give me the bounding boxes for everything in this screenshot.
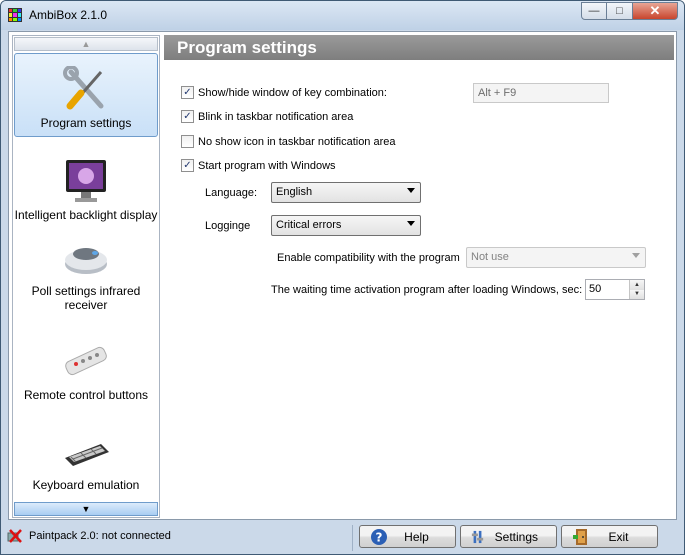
status-separator (352, 525, 353, 551)
show-hide-window-checkbox[interactable]: ✓ (181, 86, 194, 99)
checkbox-label: Blink in taskbar notification area (198, 110, 354, 123)
language-select[interactable]: English (271, 182, 421, 203)
disconnected-icon (7, 529, 22, 543)
show-hide-window-checkbox-row[interactable]: ✓ Show/hide window of key combination: (181, 86, 387, 99)
hotkey-field[interactable]: Alt + F9 (473, 83, 609, 103)
blink-taskbar-checkbox-row[interactable]: ✓ Blink in taskbar notification area (181, 110, 353, 123)
exit-door-icon (573, 528, 587, 545)
help-icon: ? (371, 528, 387, 545)
monitor-icon (66, 160, 106, 202)
page-title: Program settings (164, 35, 674, 60)
svg-text:?: ? (376, 530, 383, 544)
logging-select[interactable]: Critical errors (271, 215, 421, 236)
sidebar-scroll-down-button[interactable]: ▼ (14, 502, 158, 516)
sidebar-item-ir-receiver[interactable]: Poll settings infrared receiver (14, 234, 158, 318)
window-title: AmbiBox 2.1.0 (29, 8, 108, 22)
sidebar-scroll-up-button[interactable]: ▲ (14, 37, 158, 51)
logging-label: Logginge (205, 220, 251, 232)
sidebar-item-remote-control[interactable]: Remote control buttons (14, 324, 158, 408)
compatibility-select[interactable]: Not use (466, 247, 646, 268)
spinner-up-button[interactable]: ▲ (630, 280, 644, 290)
help-button-label: Help (404, 529, 429, 544)
app-grid-icon (8, 8, 22, 22)
language-select-value: English (276, 186, 313, 198)
compatibility-select-value: Not use (471, 251, 509, 263)
sidebar-item-program-settings[interactable]: Program settings (14, 53, 158, 137)
connection-status: Paintpack 2.0: not connected (29, 530, 171, 542)
exit-button-label: Exit (608, 529, 629, 544)
waiting-time-label: The waiting time activation program afte… (271, 284, 583, 296)
exit-button[interactable]: Exit (561, 525, 658, 548)
keyboard-icon (65, 444, 109, 466)
checkmark-icon: ✓ (183, 86, 192, 98)
checkbox-label: No show icon in taskbar notification are… (198, 135, 396, 148)
client-area: ▲ Program settings Intelligent backlight… (8, 31, 677, 520)
sidebar: ▲ Program settings Intelligent backlight… (12, 35, 160, 518)
waiting-time-spinner[interactable]: 50 ▲ ▼ (585, 279, 645, 300)
arrow-down-icon: ▼ (81, 504, 91, 514)
tools-icon (63, 66, 104, 110)
settings-panel: Program settings ✓ Show/hide window of k… (164, 35, 674, 518)
status-bar: Paintpack 2.0: not connected ? Help Sett… (2, 521, 683, 554)
checkmark-icon: ✓ (183, 159, 192, 171)
arrow-up-icon: ▲ (81, 39, 91, 49)
maximize-button[interactable]: □ (607, 2, 633, 20)
checkbox-label: Show/hide window of key combination: (198, 86, 387, 99)
settings-button-label: Settings (494, 529, 538, 544)
help-button[interactable]: ? Help (359, 525, 456, 548)
dropdown-arrow-icon (632, 253, 640, 258)
sidebar-item-label: Keyboard emulation (32, 478, 140, 492)
minimize-button[interactable]: — (581, 2, 607, 20)
dropdown-arrow-icon (407, 188, 415, 193)
no-show-icon-checkbox-row[interactable]: No show icon in taskbar notification are… (181, 135, 396, 148)
minimize-icon: — (588, 5, 600, 17)
spinner-buttons: ▲ ▼ (629, 280, 644, 299)
spinner-down-button[interactable]: ▼ (630, 289, 644, 299)
app-window: AmbiBox 2.1.0 — □ ✕ ▲ Program settings I… (0, 0, 685, 555)
settings-icon (471, 530, 484, 543)
remote-control-icon (65, 346, 107, 376)
checkmark-icon: ✓ (183, 110, 192, 122)
window-controls: — □ ✕ (581, 2, 678, 20)
sidebar-item-label: Poll settings infrared receiver (31, 284, 141, 312)
waiting-time-value: 50 (589, 283, 602, 295)
close-button[interactable]: ✕ (633, 2, 678, 20)
no-show-icon-checkbox[interactable] (181, 135, 194, 148)
start-with-windows-checkbox[interactable]: ✓ (181, 159, 194, 172)
ir-receiver-icon (65, 248, 107, 274)
start-with-windows-checkbox-row[interactable]: ✓ Start program with Windows (181, 159, 336, 172)
settings-button[interactable]: Settings (460, 525, 557, 548)
sidebar-item-intelligent-backlight[interactable]: Intelligent backlight display (14, 144, 158, 228)
compatibility-label: Enable compatibility with the program (277, 252, 460, 264)
checkbox-label: Start program with Windows (198, 159, 336, 172)
dropdown-arrow-icon (407, 221, 415, 226)
maximize-icon: □ (616, 5, 623, 17)
language-label: Language: (205, 187, 257, 199)
sidebar-item-keyboard-emulation[interactable]: Keyboard emulation (14, 414, 158, 498)
close-icon: ✕ (649, 3, 661, 18)
sidebar-item-label: Remote control buttons (23, 388, 149, 402)
logging-select-value: Critical errors (276, 219, 342, 231)
sidebar-item-label: Program settings (40, 116, 132, 130)
blink-taskbar-checkbox[interactable]: ✓ (181, 110, 194, 123)
title-bar[interactable]: AmbiBox 2.1.0 — □ ✕ (1, 1, 684, 30)
sidebar-item-label: Intelligent backlight display (14, 208, 158, 222)
